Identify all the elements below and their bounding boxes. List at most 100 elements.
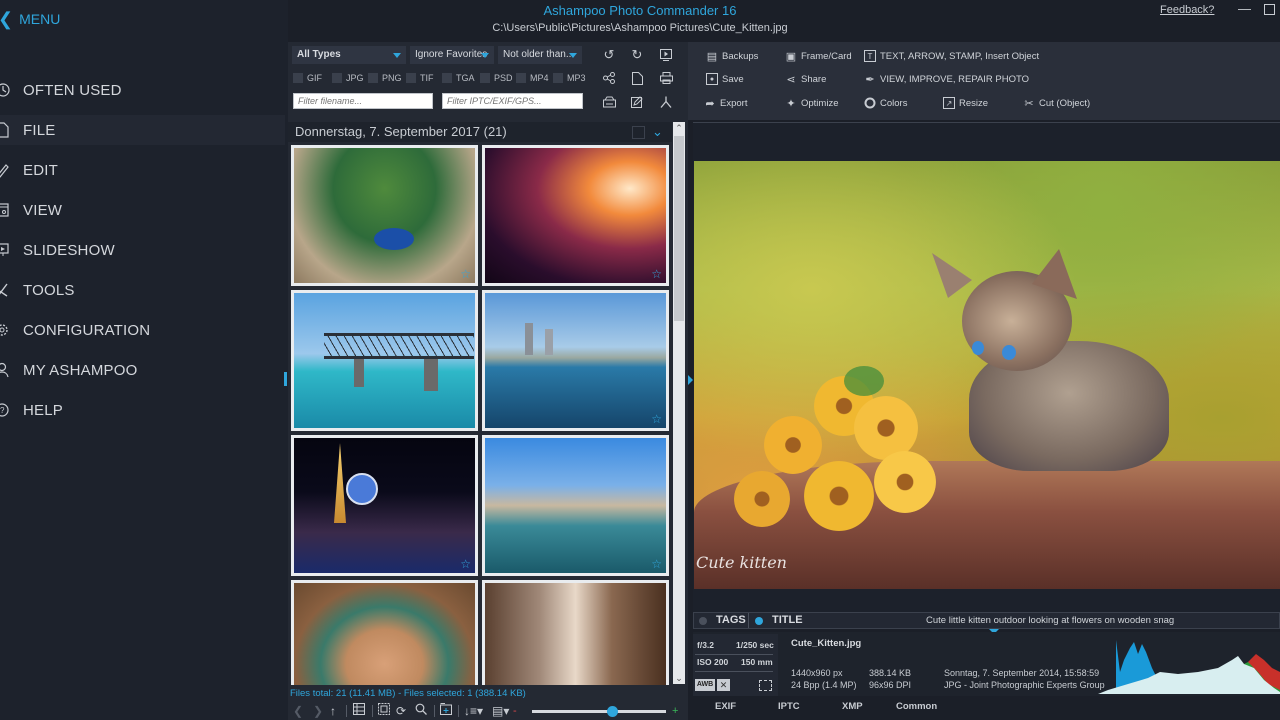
chevron-down-icon xyxy=(481,53,489,58)
sidebar-item-edit[interactable]: EDIT xyxy=(0,155,285,185)
checkbox[interactable] xyxy=(293,73,303,83)
rotate-left-icon[interactable]: ↺ xyxy=(601,47,617,63)
thumbnail-scrollbar[interactable]: ⌃ ⌄ xyxy=(673,122,685,684)
checkbox[interactable] xyxy=(406,73,416,83)
filename-filter-input[interactable] xyxy=(293,93,433,109)
ext-checkbox-tga[interactable]: TGA xyxy=(442,73,475,83)
scroll-up-icon[interactable]: ⌃ xyxy=(673,122,685,134)
edit-note-icon[interactable] xyxy=(629,94,645,110)
zoom-out-icon[interactable]: - xyxy=(513,703,517,719)
ext-checkbox-mp4[interactable]: MP4 xyxy=(516,73,549,83)
print-icon[interactable] xyxy=(658,70,674,86)
sort-order-icon[interactable]: ↓≡▾ xyxy=(464,703,483,719)
scroll-down-icon[interactable]: ⌄ xyxy=(673,672,685,684)
checkbox[interactable] xyxy=(480,73,490,83)
insert-object-button[interactable]: T TEXT, ARROW, STAMP, Insert Object xyxy=(864,50,1039,62)
age-filter-dropdown[interactable]: Not older than... xyxy=(498,46,582,64)
resize-button[interactable]: ↗ Resize xyxy=(943,97,988,109)
thumbnail-peacock[interactable]: ☆ xyxy=(291,145,478,286)
select-group-checkbox[interactable] xyxy=(632,126,645,139)
up-folder-icon[interactable]: ↑ xyxy=(330,703,336,719)
thumbnail-las-vegas[interactable]: ☆ xyxy=(291,435,478,576)
new-document-icon[interactable] xyxy=(629,70,645,86)
thumbnail-rail-bridge[interactable] xyxy=(291,290,478,431)
ext-checkbox-psd[interactable]: PSD xyxy=(480,73,513,83)
favorite-star-icon[interactable]: ☆ xyxy=(651,557,662,571)
tab-xmp[interactable]: XMP xyxy=(842,701,863,712)
scrollbar-thumb[interactable] xyxy=(674,136,684,321)
scissors-icon: ✂ xyxy=(1024,97,1034,110)
checkbox[interactable] xyxy=(368,73,378,83)
tab-exif[interactable]: EXIF xyxy=(715,701,736,712)
sidebar-item-view[interactable]: VIEW xyxy=(0,195,285,225)
thumbnail-size-slider[interactable] xyxy=(532,706,666,717)
minimize-button[interactable]: — xyxy=(1238,2,1252,16)
frame-card-button[interactable]: ▣ Frame/Card xyxy=(785,50,852,63)
tags-radio[interactable] xyxy=(699,617,707,625)
share-button[interactable]: ⋖ Share xyxy=(785,73,826,86)
ext-checkbox-mp3[interactable]: MP3 xyxy=(553,73,586,83)
chevron-down-icon[interactable]: ⌄ xyxy=(652,124,663,140)
tab-common[interactable]: Common xyxy=(896,701,937,712)
backups-button[interactable]: ▤ Backups xyxy=(706,50,759,63)
thumbnail-street-market[interactable] xyxy=(482,580,669,685)
title-radio[interactable] xyxy=(755,617,763,625)
checkbox[interactable] xyxy=(332,73,342,83)
back-icon[interactable]: ❮ xyxy=(293,703,303,719)
colors-button[interactable]: Colors xyxy=(864,97,907,109)
ext-checkbox-png[interactable]: PNG xyxy=(368,73,402,83)
checkbox[interactable] xyxy=(553,73,563,83)
view-mode-icon[interactable]: ▤▾ xyxy=(492,703,509,719)
checkbox[interactable] xyxy=(442,73,452,83)
date-group-header[interactable]: Donnerstag, 7. September 2017 (21) ⌄ xyxy=(288,122,672,142)
ext-checkbox-jpg[interactable]: JPG xyxy=(332,73,364,83)
thumbnail-antelope-canyon[interactable]: ☆ xyxy=(482,145,669,286)
refresh-icon[interactable]: ⟳ xyxy=(396,703,406,719)
select-all-icon[interactable] xyxy=(378,703,390,719)
sidebar-item-file[interactable]: FILE xyxy=(0,115,285,145)
thumbnail-miami-beach[interactable]: ☆ xyxy=(482,290,669,431)
export-button[interactable]: ➦ Export xyxy=(704,97,747,110)
sidebar-item-tools[interactable]: TOOLS xyxy=(0,275,285,305)
rotate-right-icon[interactable]: ↻ xyxy=(629,47,645,63)
zoom-in-icon[interactable]: + xyxy=(672,703,678,719)
title-value[interactable]: Cute little kitten outdoor looking at fl… xyxy=(926,615,1174,626)
sidebar-item-my-ashampoo[interactable]: MY ASHAMPOO xyxy=(0,355,285,385)
sidebar-item-slideshow[interactable]: SLIDESHOW xyxy=(0,235,285,265)
tab-iptc[interactable]: IPTC xyxy=(778,701,800,712)
cut-object-button[interactable]: ✂ Cut (Object) xyxy=(1023,97,1090,110)
save-button[interactable]: ● Save xyxy=(706,73,744,85)
forward-icon[interactable]: ❯ xyxy=(313,703,323,719)
favorite-star-icon[interactable]: ☆ xyxy=(651,267,662,281)
favorite-star-icon[interactable]: ☆ xyxy=(460,557,471,571)
metadata-filter-input[interactable] xyxy=(442,93,583,109)
search-icon[interactable] xyxy=(415,703,427,719)
sidebar-item-often-used[interactable]: OFTEN USED xyxy=(0,75,285,105)
improve-photo-button[interactable]: ✒ VIEW, IMPROVE, REPAIR PHOTO xyxy=(864,73,1029,86)
ext-checkbox-gif[interactable]: GIF xyxy=(293,73,322,83)
favorite-star-icon[interactable]: ☆ xyxy=(460,267,471,281)
details-view-icon[interactable] xyxy=(353,703,365,719)
maximize-button[interactable] xyxy=(1264,4,1275,15)
optimize-button[interactable]: ✦ Optimize xyxy=(785,97,838,110)
thumbnail-horseshoe-bend[interactable] xyxy=(291,580,478,685)
sidebar-resize-handle[interactable] xyxy=(284,372,287,386)
sidebar-item-label: TOOLS xyxy=(23,281,75,299)
favorite-star-icon[interactable]: ☆ xyxy=(651,412,662,426)
scanner-icon[interactable] xyxy=(601,94,617,110)
sidebar-item-configuration[interactable]: CONFIGURATION xyxy=(0,315,285,345)
thumbnail-grand-canal[interactable]: ☆ xyxy=(482,435,669,576)
new-folder-icon[interactable] xyxy=(440,703,452,719)
share-icon[interactable] xyxy=(601,70,617,86)
type-filter-dropdown[interactable]: All Types xyxy=(292,46,406,64)
slider-knob[interactable] xyxy=(607,706,619,717)
title-label: TITLE xyxy=(772,614,803,626)
feedback-link[interactable]: Feedback? xyxy=(1160,4,1214,16)
ext-checkbox-tif[interactable]: TIF xyxy=(406,73,434,83)
pdf-icon[interactable] xyxy=(658,94,674,110)
sidebar-item-help[interactable]: ? HELP xyxy=(0,395,285,425)
preview-image[interactable]: Cute kitten xyxy=(694,161,1280,589)
slideshow-play-icon[interactable] xyxy=(658,47,674,63)
favorites-filter-dropdown[interactable]: Ignore Favorites xyxy=(410,46,494,64)
checkbox[interactable] xyxy=(516,73,526,83)
